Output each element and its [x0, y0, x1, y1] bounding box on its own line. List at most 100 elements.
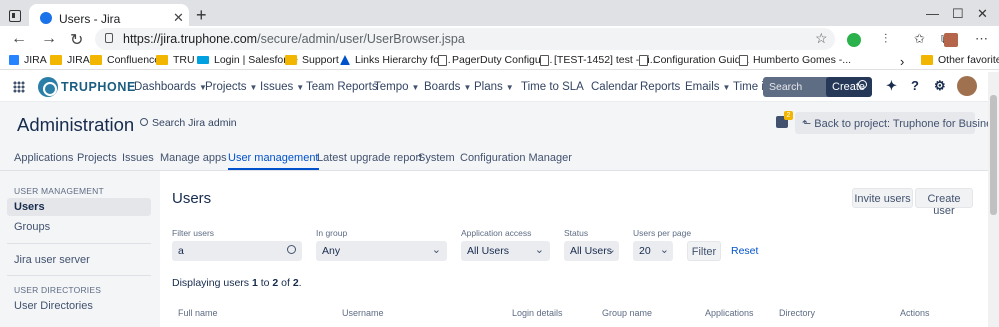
bookmark-confluence[interactable]: Confluence: [90, 54, 160, 66]
nav-boards[interactable]: Boards ▼: [424, 81, 471, 93]
bookmark-jira-2[interactable]: JIRA: [50, 54, 90, 66]
help-icon[interactable]: ?: [911, 78, 919, 93]
summary-of: of: [278, 277, 293, 289]
close-tab-icon[interactable]: ✕: [173, 10, 184, 26]
tab-applications[interactable]: Applications: [14, 152, 73, 164]
back-to-project-button[interactable]: ⬑ Back to project: Truphone for Business: [795, 112, 999, 134]
tab-manage-apps[interactable]: Manage apps: [160, 152, 227, 164]
create-user-button[interactable]: Create user: [915, 188, 973, 217]
truphone-logo-icon[interactable]: [38, 77, 58, 97]
nav-label: Calendar: [591, 81, 638, 93]
search-icon[interactable]: [858, 80, 867, 89]
search-placeholder: Search: [769, 81, 803, 93]
jira-top-nav: TRUPHONE Dashboards ▼ Projects ▼ Issues ▼ T…: [0, 72, 999, 102]
chevron-down-icon: ⌄: [534, 244, 544, 256]
invite-users-button[interactable]: Invite users: [852, 188, 913, 208]
back-icon[interactable]: ←: [11, 30, 27, 48]
jira-favicon-icon: [40, 12, 52, 24]
tab-latest-upgrade-report[interactable]: Latest upgrade report: [317, 152, 422, 164]
users-per-page-select[interactable]: 20 ⌄: [633, 241, 673, 261]
folder-icon: [285, 55, 297, 65]
favorite-star-icon[interactable]: ☆: [815, 30, 828, 47]
chevron-down-icon: ▼: [411, 83, 420, 92]
grammarly-icon[interactable]: [847, 33, 861, 47]
chevron-down-icon: ▼: [722, 83, 731, 92]
tab-user-management[interactable]: User management: [228, 152, 319, 170]
bookmark-label: Links Hierarchy for...: [355, 54, 451, 66]
filter-button[interactable]: Filter: [687, 241, 721, 261]
settings-gear-icon[interactable]: ⚙: [934, 78, 946, 94]
new-tab-button[interactable]: +: [196, 5, 207, 26]
bookmark-links-hierarchy[interactable]: Links Hierarchy for...: [340, 54, 451, 66]
sidebar-item-user-directories[interactable]: User Directories: [7, 297, 151, 315]
bookmark-configuration-guide[interactable]: Configuration Guid...: [639, 54, 749, 66]
nav-reports[interactable]: Reports: [640, 81, 680, 93]
minimize-icon[interactable]: —: [926, 6, 939, 21]
app-switcher-icon[interactable]: [13, 81, 25, 93]
filter-users-field[interactable]: [178, 245, 278, 257]
status-label: Status: [564, 228, 589, 238]
search-input[interactable]: Search: [763, 77, 831, 97]
close-window-icon[interactable]: ✕: [977, 6, 988, 22]
nav-calendar[interactable]: Calendar: [591, 81, 638, 93]
application-access-select[interactable]: All Users ⌄: [461, 241, 550, 261]
search-icon: [287, 245, 296, 254]
sidebar-item-groups[interactable]: Groups: [7, 218, 151, 236]
nav-tempo[interactable]: Tempo ▼: [374, 81, 419, 93]
tab-system[interactable]: System: [418, 152, 455, 164]
address-bar[interactable]: https://jira.truphone.com/secure/admin/u…: [95, 28, 835, 50]
sidebar-item-jira-user-server[interactable]: Jira user server: [7, 251, 151, 269]
bookmark-humberto[interactable]: Humberto Gomes -...: [739, 54, 851, 66]
bookmarks-bar: JIRA JIRA Confluence TRU Login | Salesfo…: [0, 52, 999, 70]
url-host: https://jira.truphone.com: [123, 32, 258, 46]
application-access-value: All Users: [467, 245, 510, 257]
profile-avatar[interactable]: [944, 33, 958, 47]
nav-team-reports[interactable]: Team Reports: [306, 81, 378, 93]
feedback-badge: 2: [784, 111, 793, 120]
chevron-down-icon: ▼: [463, 83, 472, 92]
summary-mid: to: [257, 277, 273, 289]
maximize-icon[interactable]: ☐: [952, 6, 964, 22]
reset-link[interactable]: Reset: [731, 245, 758, 257]
sidebar-item-users[interactable]: Users: [7, 198, 151, 216]
bookmark-other-favorites[interactable]: Other favorites: [921, 54, 999, 66]
filter-users-input[interactable]: [172, 241, 302, 261]
notifications-icon[interactable]: ✦: [886, 78, 897, 94]
column-directory: Directory: [779, 308, 816, 318]
tab-configuration-manager[interactable]: Configuration Manager: [460, 152, 572, 164]
nav-emails[interactable]: Emails ▼: [685, 81, 730, 93]
back-label: Back to project: Truphone for Business: [814, 118, 999, 130]
sidebar-heading-user-management: USER MANAGEMENT: [14, 186, 104, 196]
in-group-select[interactable]: Any ⌄: [316, 241, 447, 261]
nav-issues[interactable]: Issues ▼: [260, 81, 304, 93]
status-select[interactable]: All Users ⌄: [564, 241, 619, 261]
nav-dashboards[interactable]: Dashboards ▼: [134, 81, 207, 93]
tab-projects[interactable]: Projects: [77, 152, 117, 164]
search-icon: [140, 118, 148, 126]
tab-issues[interactable]: Issues: [122, 152, 154, 164]
bookmark-salesforce[interactable]: Login | Salesforce: [197, 54, 298, 66]
chevron-down-icon: ⌄: [606, 244, 616, 256]
scrollbar-thumb[interactable]: [990, 95, 997, 215]
admin-search-link[interactable]: Search Jira admin: [140, 117, 237, 129]
forward-icon[interactable]: →: [41, 30, 57, 48]
nav-time-to-sla[interactable]: Time to SLA: [521, 81, 584, 93]
window-menu-icon[interactable]: [9, 10, 21, 22]
nav-projects[interactable]: Projects ▼: [205, 81, 257, 93]
nav-label: Dashboards: [134, 81, 197, 93]
more-icon[interactable]: ⋯: [975, 31, 988, 47]
url-text[interactable]: https://jira.truphone.com/secure/admin/u…: [123, 32, 465, 46]
split-screen-icon[interactable]: ⫶: [884, 31, 887, 47]
nav-label: Team Reports: [306, 81, 378, 93]
user-avatar[interactable]: [957, 76, 977, 96]
bookmarks-overflow-icon[interactable]: ›: [900, 54, 904, 69]
bookmark-support[interactable]: Support: [285, 54, 339, 66]
nav-plans[interactable]: Plans ▼: [474, 81, 514, 93]
logo-text[interactable]: TRUPHONE: [61, 80, 136, 94]
bookmark-jira-1[interactable]: JIRA: [9, 54, 47, 66]
reload-icon[interactable]: ↻: [70, 30, 83, 50]
favorites-icon[interactable]: ✩: [914, 31, 925, 47]
bookmark-tru[interactable]: TRU: [156, 54, 195, 66]
bookmark-pagerduty[interactable]: PagerDuty Configur...: [438, 54, 552, 66]
page-icon: [438, 54, 447, 66]
